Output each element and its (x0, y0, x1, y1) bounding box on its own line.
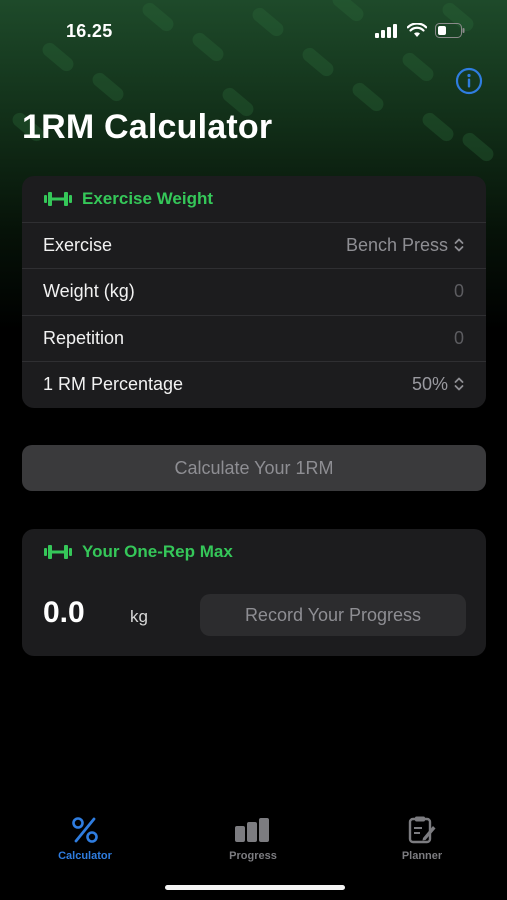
calculate-button[interactable]: Calculate Your 1RM (22, 445, 486, 491)
exercise-row[interactable]: Exercise Bench Press (22, 222, 486, 268)
bar-chart-icon (235, 818, 269, 842)
card-title: Exercise Weight (82, 189, 214, 208)
one-rep-max-value: 0.0 (43, 596, 85, 629)
tab-planner[interactable]: Planner (362, 816, 482, 862)
dumbbell-icon (44, 545, 72, 559)
one-rep-max-card: Your One-Rep Max 0.0 kg Record Your Prog… (22, 529, 486, 656)
status-time: 16.25 (66, 21, 113, 41)
record-progress-button[interactable]: Record Your Progress (200, 594, 466, 636)
percentage-picker[interactable]: 50% (412, 374, 464, 395)
percentage-value: 50% (411, 373, 448, 394)
home-indicator (165, 885, 345, 890)
repetition-input[interactable]: 0 (454, 328, 464, 349)
card-header: Exercise Weight (22, 176, 486, 222)
exercise-picker[interactable]: Bench Press (346, 235, 464, 256)
weight-row[interactable]: Weight (kg) 0 (22, 268, 486, 314)
dumbbell-icon (44, 192, 72, 206)
exercise-value: Bench Press (345, 234, 448, 255)
cellular-signal-icon (375, 23, 397, 38)
wifi-icon (407, 23, 427, 37)
tab-progress[interactable]: Progress (193, 816, 313, 862)
chevron-up-down-icon (454, 238, 464, 252)
repetition-row[interactable]: Repetition 0 (22, 315, 486, 361)
row-divider (22, 361, 486, 362)
exercise-label: Exercise (43, 234, 113, 255)
exercise-weight-card: Exercise Weight Exercise Bench Press Wei… (22, 176, 486, 408)
percentage-label: 1 RM Percentage (43, 373, 184, 394)
chevron-up-down-icon (454, 377, 464, 391)
repetition-label: Repetition (43, 327, 125, 348)
row-divider (22, 222, 486, 223)
info-icon[interactable] (455, 67, 483, 95)
status-icons (375, 23, 465, 38)
status-bar: 16.25 (0, 0, 507, 62)
tab-label: Calculator (58, 850, 112, 862)
row-divider (22, 315, 486, 316)
one-rep-max-unit: kg (130, 607, 148, 626)
percent-icon (72, 817, 98, 843)
clipboard-edit-icon (408, 816, 436, 844)
tab-calculator[interactable]: Calculator (25, 816, 145, 862)
tab-label: Planner (401, 850, 443, 862)
row-divider (22, 268, 486, 269)
tab-label: Progress (229, 850, 277, 862)
percentage-row[interactable]: 1 RM Percentage 50% (22, 361, 486, 407)
battery-icon (435, 23, 465, 38)
page-title: 1RM Calculator (22, 108, 273, 146)
weight-label: Weight (kg) (43, 280, 135, 301)
card-header: Your One-Rep Max (22, 529, 486, 575)
card-title: Your One-Rep Max (82, 542, 233, 561)
weight-input[interactable]: 0 (454, 281, 464, 302)
